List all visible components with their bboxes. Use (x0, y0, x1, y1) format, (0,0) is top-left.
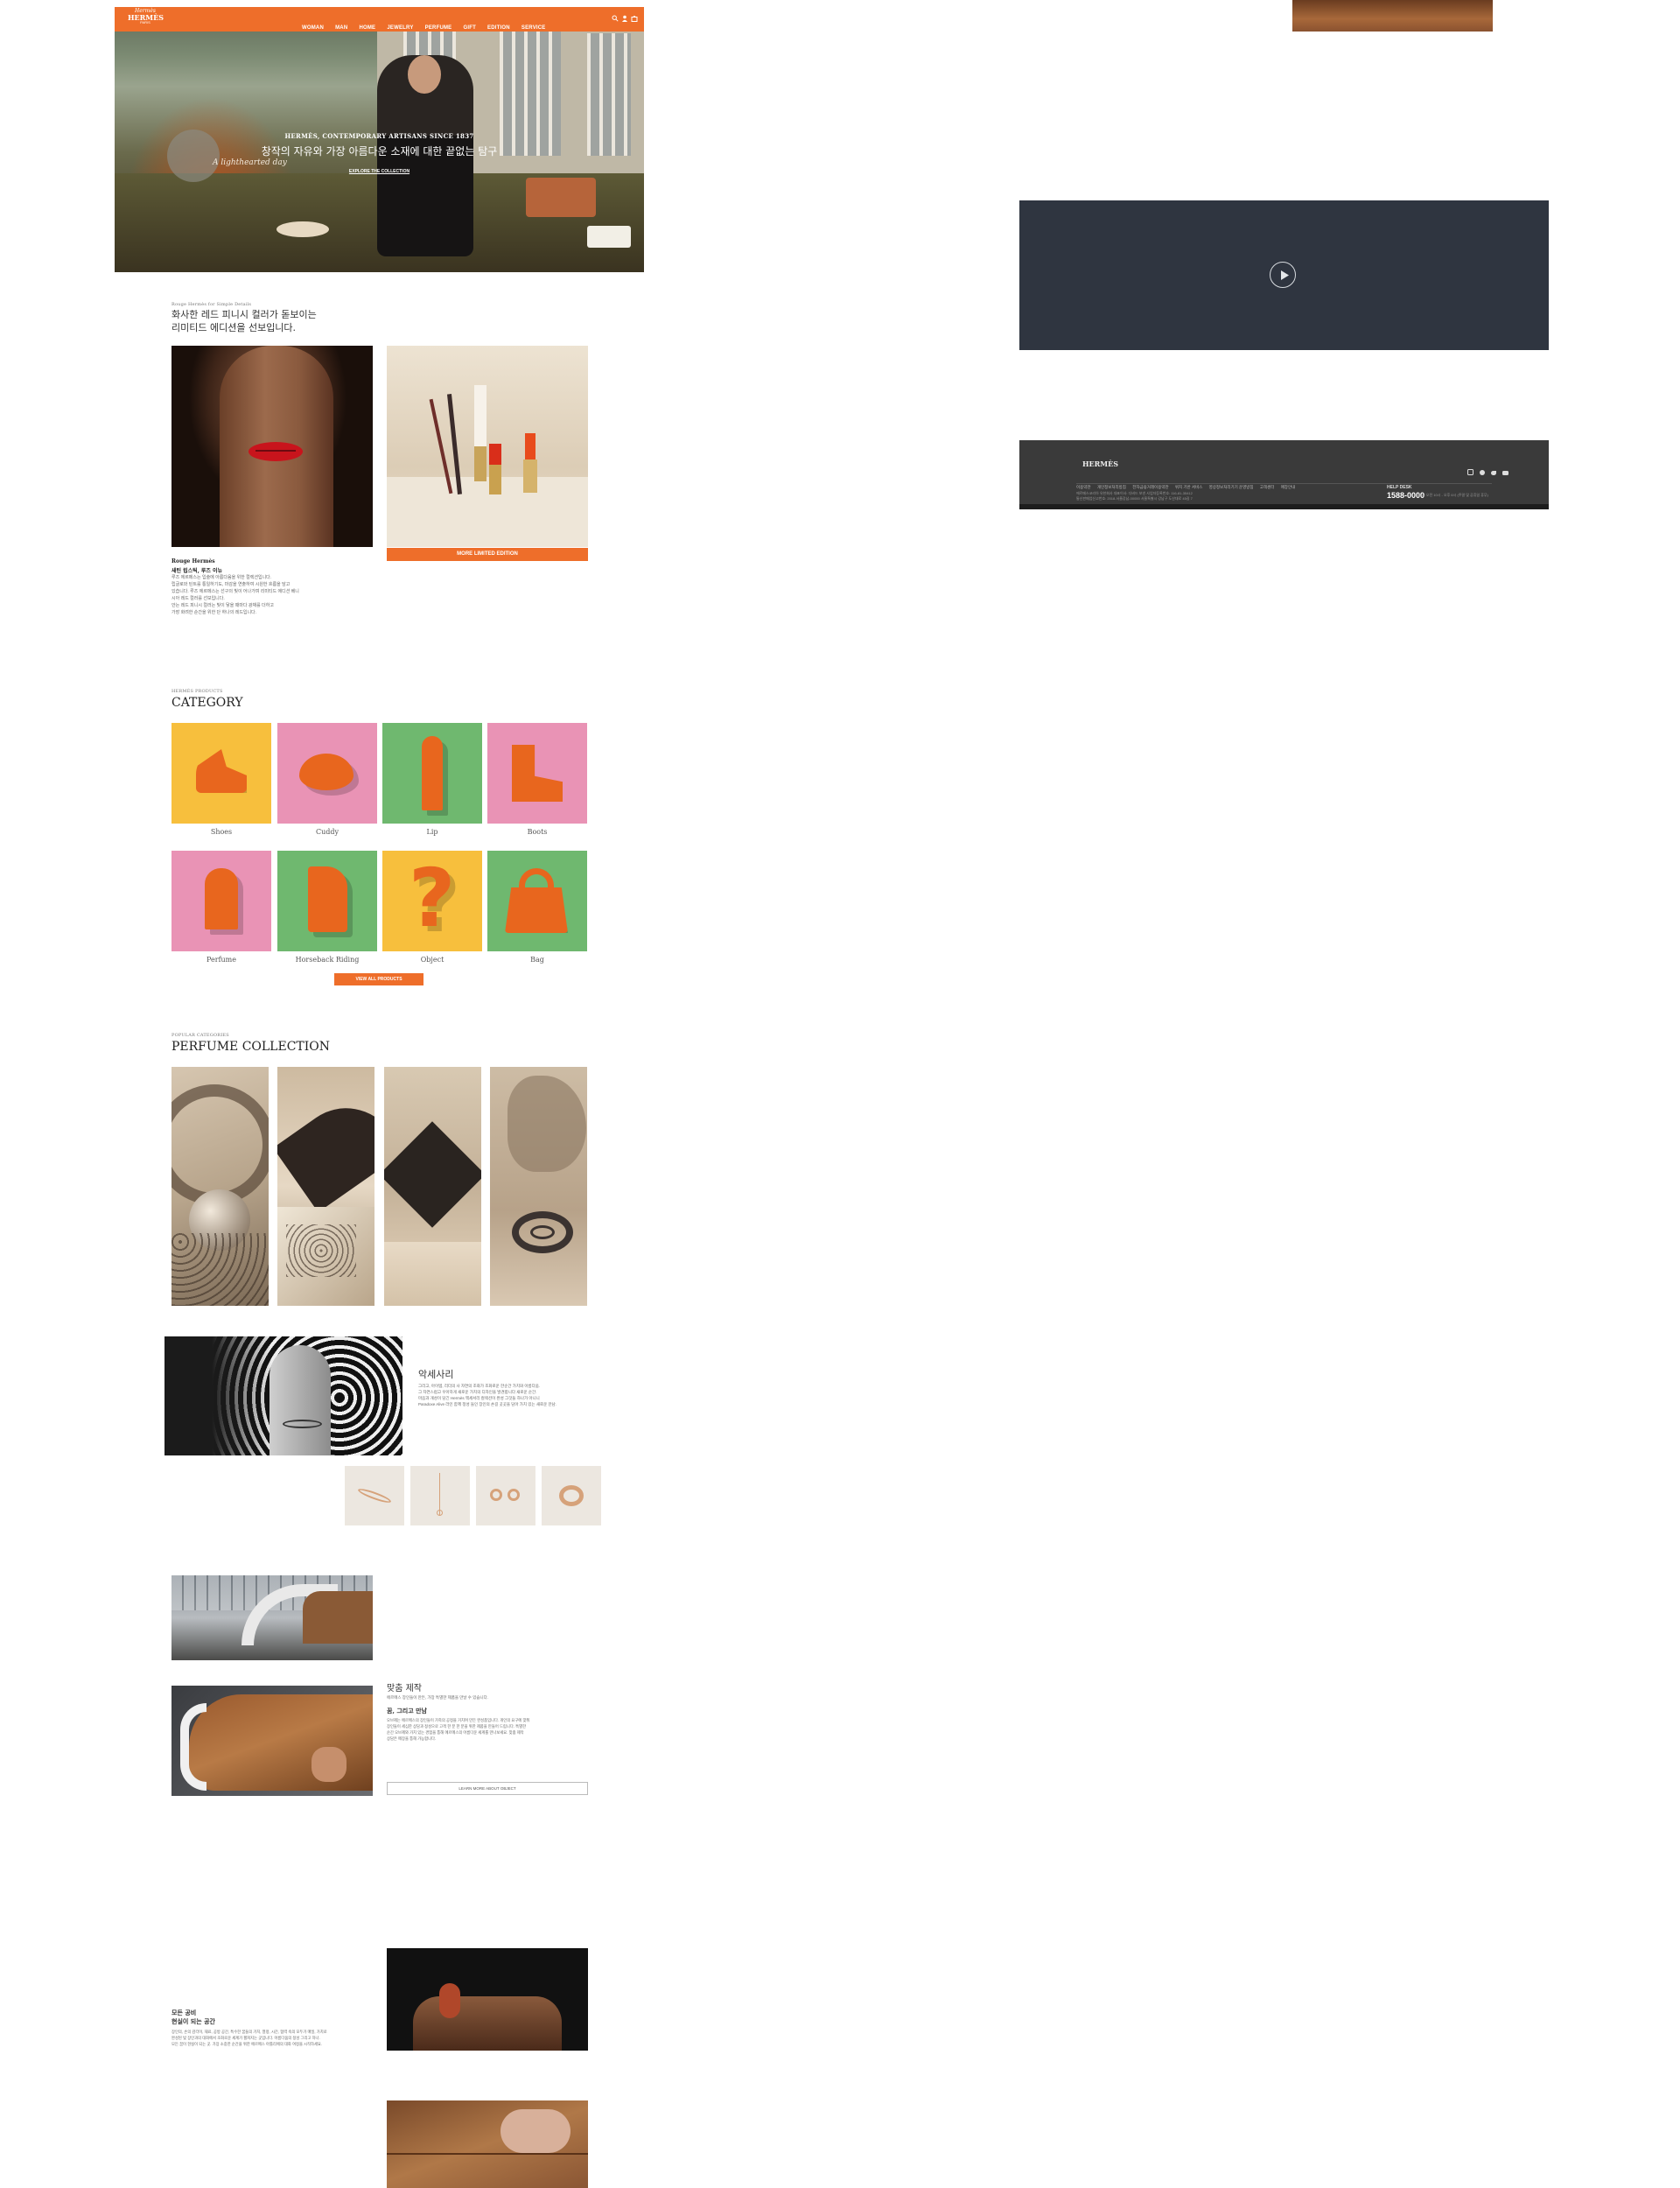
perfume-kicker: POPULAR CATEGORIES (172, 1033, 229, 1038)
made-to-order-kicker: 에르메스 장인들이 만든, 가장 특별한 제품을 만날 수 있습니다. (387, 1695, 489, 1700)
learn-more-object-button[interactable]: LEARN MORE ABOUT OBJECT (387, 1782, 588, 1795)
facebook-icon[interactable] (1480, 470, 1486, 475)
hero-cta[interactable]: EXPLORE THE COLLECTION (115, 169, 644, 174)
perfume-box-shape (205, 868, 238, 929)
category-tile-lip[interactable] (382, 723, 482, 824)
footer-link-finance[interactable]: 전자금융거래이용약관 (1132, 485, 1168, 489)
craft-title: 모든 공비 현실이 되는 공간 (172, 2009, 215, 2025)
footer-link-terms[interactable]: 이용약관 (1076, 485, 1091, 489)
hero-headline: 창작의 자유와 가장 아름다운 소재에 대한 끝없는 탐구 (261, 145, 498, 158)
nav-jewelry[interactable]: JEWELRY (387, 25, 413, 31)
category-title: CATEGORY (172, 696, 243, 710)
category-tile-bag[interactable] (487, 851, 587, 951)
video-player[interactable] (1019, 200, 1549, 350)
product-thumb-bracelet[interactable] (345, 1466, 404, 1525)
nav-edition[interactable]: EDITION (487, 25, 510, 31)
main-nav: WOMAN MAN HOME JEWELRY PERFUME GIFT EDIT… (298, 16, 550, 32)
category-tile-horseback-riding[interactable] (277, 851, 377, 951)
craft-image-top (387, 1948, 588, 2051)
brand-logo[interactable]: Hermès HERMÈS PARIS (128, 9, 164, 25)
accessory-image (164, 1336, 402, 1455)
craft-description: 장인의, 손의 감각이, 재료, 공방 공간, 특수한 꿈들의 가치, 열정, … (172, 2030, 327, 2046)
perfume-panel-4[interactable] (490, 1067, 587, 1306)
category-label-lip: Lip (426, 828, 438, 836)
site-footer: HERMÈS 이용약관 개인정보처리방침 전자금융거래이용약관 위치 기반 서비… (1019, 440, 1549, 509)
shoe-box-shape (196, 749, 247, 793)
boot-box-shape (512, 745, 563, 802)
nav-perfume[interactable]: PERFUME (425, 25, 452, 31)
accessory-title: 악세사리 (418, 1369, 454, 1380)
twitter-icon[interactable] (1491, 471, 1497, 475)
footer-company-info: 에르메스코리아 유한회사 대표이사: 다비드 보넨 사업자등록번호: 116-8… (1076, 491, 1193, 501)
lipstick-product-name: Rouge Hermès (172, 558, 215, 565)
more-limited-edition-button[interactable]: MORE LIMITED EDITION (387, 548, 588, 561)
search-icon[interactable] (612, 15, 619, 22)
lipstick-product-image (387, 346, 588, 547)
workshop-image-top (172, 1575, 373, 1660)
perfume-panel-1[interactable] (172, 1067, 269, 1306)
leaf-box-shape (299, 754, 354, 790)
product-thumb-ring[interactable] (542, 1466, 601, 1525)
category-label-cuddy: Cuddy (315, 828, 340, 836)
footer-link-cctv[interactable]: 영상정보처리기기 운영방침 (1209, 485, 1254, 489)
made-to-order-title: 맞춤 제작 (387, 1684, 422, 1694)
category-tile-boots[interactable] (487, 723, 587, 824)
product-thumb-necklace[interactable] (410, 1466, 470, 1525)
social-links (1467, 462, 1509, 479)
lipstick-product-sub: 새틴 립스틱, 루즈 이뉴 (172, 568, 223, 574)
made-to-order-description: 오브제는 에르메스의 장인들이 가죽의 공정을 거치며 만든 완성품입니다. 개… (387, 1718, 530, 1741)
saddle-box-shape (308, 866, 347, 932)
made-to-order-subtitle: 꿈, 그리고 만남 (387, 1707, 427, 1715)
footer-link-support[interactable]: 고객센터 (1260, 485, 1275, 489)
view-all-products-button[interactable]: VIEW ALL PRODUCTS (334, 973, 424, 985)
lipstick-kicker: Rouge Hermès for Simple Details (172, 302, 252, 307)
model-lips-image (172, 346, 373, 547)
category-tile-object[interactable]: ? (382, 851, 482, 951)
product-thumb-earrings[interactable] (476, 1466, 536, 1525)
category-label-bag: Bag (530, 956, 544, 964)
play-button[interactable] (1270, 262, 1296, 288)
accessory-description: 그리고, 아이템, 리더의 사 자연의 조화가 조화로운 한순간 가치와 아름다… (418, 1384, 557, 1406)
lipstick-box-shape (422, 736, 443, 810)
category-kicker: HERMÈS PRODUCTS (172, 689, 223, 694)
category-label-shoes: Shoes (210, 828, 233, 836)
hero-banner: HERMÈS, CONTEMPORARY ARTISANS SINCE 1837… (115, 7, 644, 272)
leather-strip-image (1292, 0, 1493, 32)
nav-gift[interactable]: GIFT (463, 25, 475, 31)
perfume-title: PERFUME COLLECTION (172, 1040, 331, 1054)
perfume-panel-2[interactable] (277, 1067, 374, 1306)
help-desk-title: HELP DESK (1387, 485, 1412, 490)
workshop-image-bottom (172, 1686, 373, 1796)
bag-icon[interactable] (631, 15, 638, 22)
nav-home[interactable]: HOME (359, 25, 375, 31)
category-tile-perfume[interactable] (172, 851, 271, 951)
user-icon[interactable] (621, 15, 628, 22)
footer-logo[interactable]: HERMÈS (1082, 459, 1118, 468)
category-label-object: Object (420, 956, 444, 964)
question-mark-shape: ? (409, 852, 456, 945)
lipstick-heading: 화사한 레드 피니시 컬러가 돋보이는 리미티드 에디션을 선보입니다. (172, 309, 317, 333)
footer-link-location[interactable]: 위치 기반 서비스 (1175, 485, 1202, 489)
top-navigation-bar: Hermès HERMÈS PARIS WOMAN MAN HOME JEWEL… (115, 7, 644, 32)
category-tile-cuddy[interactable] (277, 723, 377, 824)
category-label-horseback-riding: Horseback Riding (295, 956, 360, 964)
category-tile-shoes[interactable] (172, 723, 271, 824)
nav-service[interactable]: SERVICE (522, 25, 546, 31)
category-label-boots: Boots (527, 828, 548, 836)
instagram-icon[interactable] (1467, 469, 1474, 475)
lipstick-description: 루즈 에르메스는 입술에 아름다움을 위한 컬렉션입니다. 립글로와 틴트를 통… (172, 575, 299, 615)
hero-kicker: HERMÈS, CONTEMPORARY ARTISANS SINCE 1837 (284, 132, 474, 140)
nav-woman[interactable]: WOMAN (302, 25, 324, 31)
craft-image-bottom (387, 2100, 588, 2188)
footer-link-stores[interactable]: 매장안내 (1281, 485, 1296, 489)
youtube-icon[interactable] (1502, 471, 1509, 475)
nav-man[interactable]: MAN (335, 25, 347, 31)
help-desk-hours: 월-금 오전 10시 - 오후 6시 (주말 및 공휴일 휴무) (1418, 493, 1488, 497)
play-icon (1281, 270, 1289, 280)
hero-caption: A lighthearted day (213, 158, 287, 167)
footer-links: 이용약관 개인정보처리방침 전자금융거래이용약관 위치 기반 서비스 영상정보처… (1076, 485, 1295, 490)
footer-link-privacy[interactable]: 개인정보처리방침 (1097, 485, 1126, 489)
category-label-perfume: Perfume (206, 956, 236, 964)
perfume-panel-3[interactable] (384, 1067, 481, 1306)
